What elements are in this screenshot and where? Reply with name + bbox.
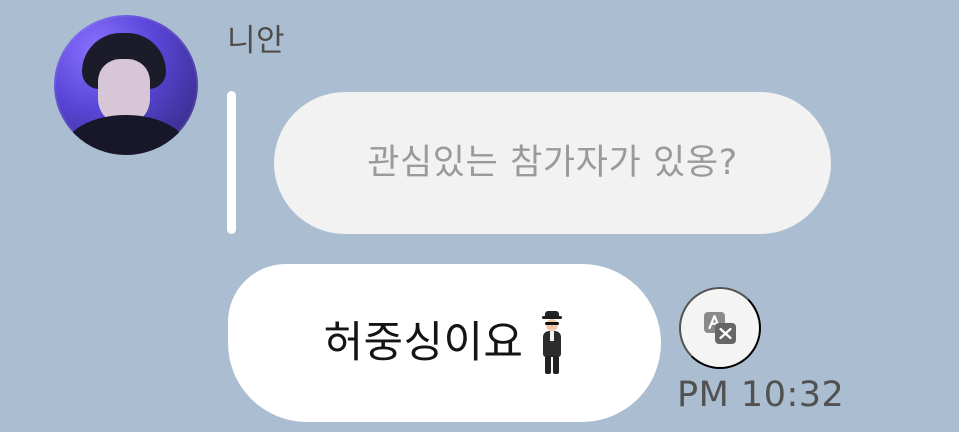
- message-bubble[interactable]: 허중싱이요: [228, 264, 661, 422]
- translate-button[interactable]: [679, 287, 761, 369]
- quoted-message-text: 관심있는 참가자가 있옹?: [367, 142, 738, 183]
- man-in-suit-emoji: [539, 311, 565, 375]
- translate-icon: [704, 312, 736, 344]
- avatar-shirt: [64, 115, 188, 155]
- quoted-message-bubble[interactable]: 관심있는 참가자가 있옹?: [274, 92, 831, 234]
- emoji-leg-left: [545, 356, 552, 374]
- emoji-glasses: [545, 322, 560, 325]
- message-timestamp: PM 10:32: [677, 375, 845, 415]
- emoji-head: [546, 319, 559, 331]
- message-text: 허중싱이요: [323, 317, 524, 368]
- emoji-leg-right: [553, 356, 560, 374]
- avatar[interactable]: [54, 15, 198, 155]
- emoji-shirt: [550, 331, 555, 341]
- reply-indicator-bar: [227, 91, 236, 234]
- sender-name: 니안: [227, 23, 286, 59]
